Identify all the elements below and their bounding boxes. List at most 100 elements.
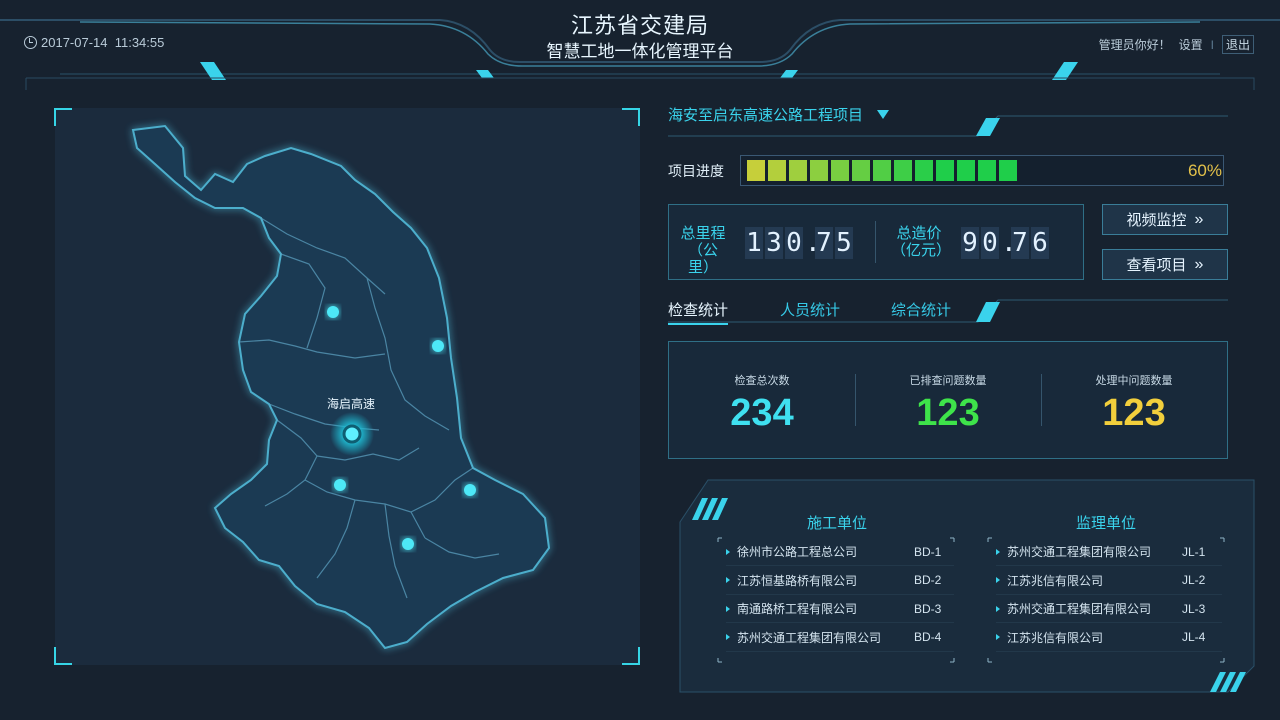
supervision-unit-row[interactable]: 江苏兆信有限公司 JL-4 bbox=[996, 624, 1222, 652]
construction-unit-row[interactable]: 江苏恒基路桥有限公司 BD-2 bbox=[726, 567, 954, 595]
progress-segment bbox=[810, 160, 828, 181]
mileage-digit: 7 bbox=[815, 227, 833, 259]
bullet-icon bbox=[996, 548, 1000, 555]
bullet-icon bbox=[726, 605, 730, 612]
issues-checked: 已排查问题数量 123 bbox=[855, 372, 1041, 435]
cost-digit: 9 bbox=[961, 227, 979, 259]
map-marker[interactable] bbox=[432, 340, 444, 352]
video-monitor-button[interactable]: 视频监控 » bbox=[1102, 204, 1228, 235]
map-marker[interactable] bbox=[327, 306, 339, 318]
cost-digit: 7 bbox=[1011, 227, 1029, 259]
double-chevron-right-icon: » bbox=[1194, 255, 1204, 273]
stats-divider bbox=[875, 221, 876, 263]
datetime-text: 2017-07-14 11:34:55 bbox=[41, 35, 165, 50]
supervision-unit-name: 苏州交通工程集团有限公司 bbox=[1007, 545, 1152, 559]
map-outline bbox=[131, 124, 551, 650]
mileage-decimal-point: . bbox=[805, 228, 821, 258]
supervision-unit-code: JL-2 bbox=[1182, 573, 1206, 587]
cost-decimal-point: . bbox=[1001, 228, 1017, 258]
construction-unit-code: BD-4 bbox=[914, 630, 942, 644]
progress-segment bbox=[978, 160, 996, 181]
supervision-unit-row[interactable]: 苏州交通工程集团有限公司 JL-1 bbox=[996, 538, 1222, 566]
progress-segment bbox=[999, 160, 1017, 181]
logout-button[interactable]: 退出 bbox=[1221, 35, 1254, 54]
issues-in-progress-value: 123 bbox=[1102, 392, 1166, 434]
supervision-unit-code: JL-1 bbox=[1182, 544, 1206, 559]
supervision-unit-code: JL-4 bbox=[1182, 630, 1206, 644]
mileage-digit: 1 bbox=[745, 227, 763, 259]
construction-unit-name: 江苏恒基路桥有限公司 bbox=[737, 573, 858, 588]
mileage-digit: 0 bbox=[785, 227, 803, 259]
inspection-stats-box: 检查总次数 234 已排查问题数量 123 处理中问题数量 123 bbox=[668, 341, 1228, 459]
supervision-unit-code: JL-3 bbox=[1182, 601, 1206, 616]
construction-unit-row[interactable]: 徐州市公路工程总公司 BD-1 bbox=[726, 538, 954, 566]
bullet-icon bbox=[726, 634, 730, 640]
dashboard: 江苏省交建局 智慧工地一体化管理平台 2017-07-14 11:34:55 管… bbox=[0, 0, 1280, 720]
double-chevron-right-icon: » bbox=[1194, 210, 1204, 228]
mileage-label: 总里程 （公里） bbox=[677, 225, 729, 276]
active-project-marker-core bbox=[342, 424, 362, 444]
supervision-unit-name: 江苏兆信有限公司 bbox=[1007, 573, 1104, 588]
user-bar: 管理员你好！ 设置 I 退出 bbox=[1099, 35, 1254, 54]
bullet-icon bbox=[726, 548, 730, 555]
datetime-display: 2017-07-14 11:34:55 bbox=[24, 35, 164, 50]
issues-checked-label: 已排查问题数量 bbox=[909, 375, 987, 387]
mileage-label-line1: 总里程 bbox=[680, 225, 726, 242]
greeting-text: 管理员你好！ bbox=[1098, 38, 1171, 52]
bullet-icon bbox=[996, 605, 1000, 612]
mileage-digit: 3 bbox=[765, 227, 783, 259]
progress-segment bbox=[747, 160, 765, 181]
construction-unit-name: 南通路桥工程有限公司 bbox=[737, 602, 858, 616]
progress-segment bbox=[873, 160, 891, 181]
view-project-label: 查看项目 bbox=[1126, 257, 1187, 274]
progress-segment bbox=[894, 160, 912, 181]
settings-link[interactable]: 设置 bbox=[1179, 36, 1203, 53]
construction-unit-code: BD-2 bbox=[914, 573, 942, 587]
cost-label: 总造价 （亿元） bbox=[891, 225, 951, 259]
supervision-unit-name: 苏州交通工程集团有限公司 bbox=[1007, 602, 1152, 616]
supervision-unit-row[interactable]: 江苏兆信有限公司 JL-2 bbox=[996, 567, 1222, 595]
supervision-unit-row[interactable]: 苏州交通工程集团有限公司 JL-3 bbox=[996, 595, 1222, 623]
cost-value: 9 0.7 6 bbox=[961, 227, 1051, 259]
inspection-total-value: 234 bbox=[730, 392, 794, 434]
bullet-icon bbox=[726, 577, 730, 583]
user-bar-separator: I bbox=[1210, 37, 1214, 52]
progress-label: 项目进度 bbox=[668, 163, 724, 179]
progress-segment bbox=[831, 160, 849, 181]
cost-digit: 6 bbox=[1031, 227, 1049, 259]
page-subtitle: 智慧工地一体化管理平台 bbox=[546, 42, 734, 61]
construction-unit-row[interactable]: 苏州交通工程集团有限公司 BD-4 bbox=[726, 624, 954, 652]
inspection-total-label: 检查总次数 bbox=[734, 375, 790, 387]
tabs-divider bbox=[668, 299, 1228, 323]
province-map[interactable] bbox=[55, 108, 640, 665]
construction-unit-name: 徐州市公路工程总公司 bbox=[737, 545, 858, 559]
clock-icon bbox=[24, 36, 37, 49]
video-monitor-label: 视频监控 bbox=[1126, 212, 1187, 229]
progress-segment bbox=[915, 160, 933, 181]
issues-in-progress-label: 处理中问题数量 bbox=[1095, 375, 1173, 387]
progress-segment bbox=[768, 160, 786, 181]
page-title: 江苏省交建局 bbox=[570, 13, 709, 38]
view-project-button[interactable]: 查看项目 » bbox=[1102, 249, 1228, 280]
progress-value: 60% bbox=[1187, 161, 1222, 180]
supervision-units-title: 监理单位 bbox=[1075, 515, 1136, 532]
construction-unit-code: BD-3 bbox=[914, 601, 942, 616]
construction-units-title: 施工单位 bbox=[806, 515, 867, 532]
progress-segment bbox=[957, 160, 975, 181]
construction-unit-code: BD-1 bbox=[914, 544, 942, 559]
mileage-label-line2: （公里） bbox=[687, 242, 718, 276]
map-marker[interactable] bbox=[334, 479, 346, 491]
mileage-digit: 5 bbox=[835, 227, 853, 259]
progress-bar bbox=[740, 155, 1224, 186]
progress-segment bbox=[852, 160, 870, 181]
supervision-unit-name: 江苏兆信有限公司 bbox=[1007, 630, 1104, 645]
bullet-icon bbox=[996, 634, 1000, 640]
map-marker[interactable] bbox=[402, 538, 414, 550]
progress-segment bbox=[936, 160, 954, 181]
map-marker[interactable] bbox=[464, 484, 476, 496]
mileage-value: 1 3 0.7 5 bbox=[745, 227, 855, 259]
construction-unit-row[interactable]: 南通路桥工程有限公司 BD-3 bbox=[726, 595, 954, 623]
issues-checked-value: 123 bbox=[916, 392, 980, 434]
cost-label-line1: 总造价 bbox=[896, 225, 942, 242]
bullet-icon bbox=[996, 577, 1000, 583]
